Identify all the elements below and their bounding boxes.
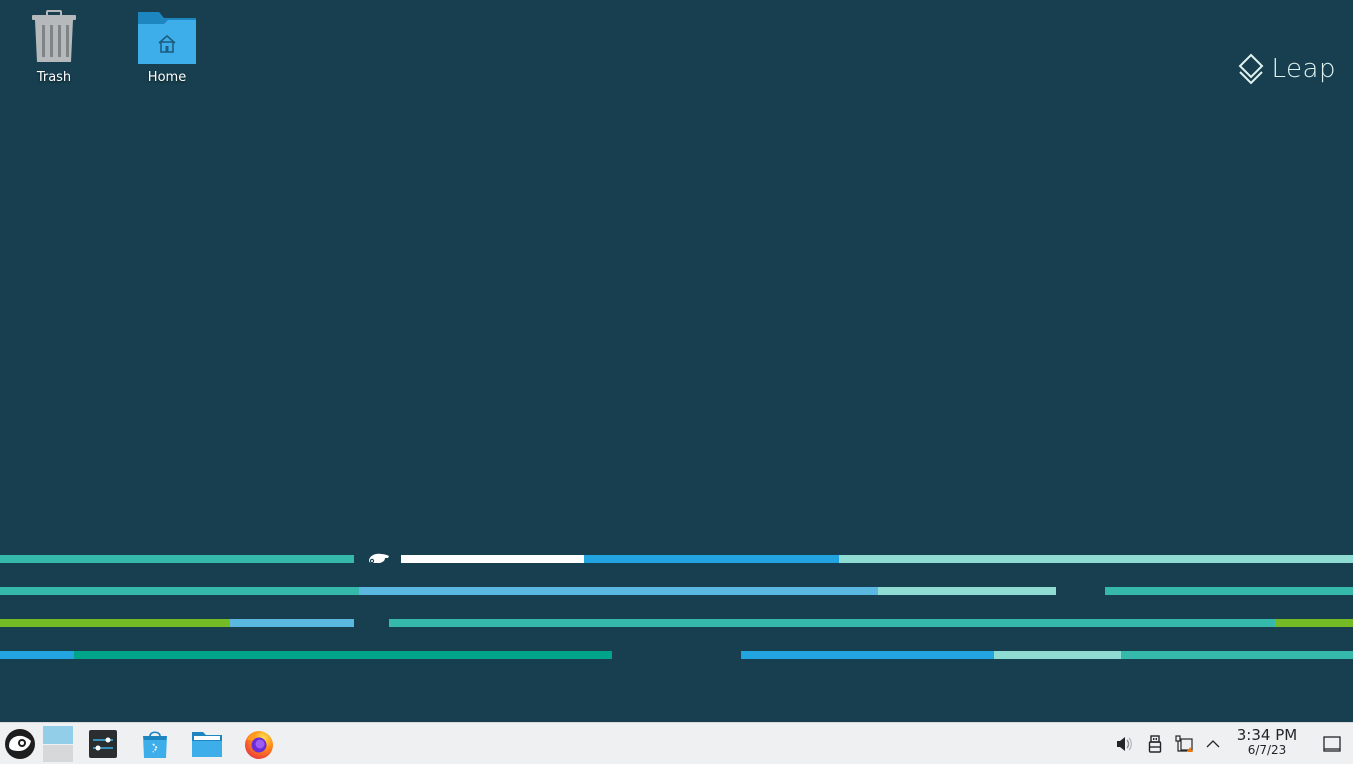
wallpaper-stripe xyxy=(1121,651,1353,659)
taskbar: 3:34 PM 6/7/23 xyxy=(0,722,1353,764)
task-discover[interactable] xyxy=(138,726,172,762)
opensuse-launcher-icon xyxy=(5,729,35,759)
system-settings-icon xyxy=(89,730,117,758)
wallpaper-stripe xyxy=(0,619,230,627)
desktop-icon-home[interactable]: Home xyxy=(117,10,217,85)
wallpaper-stripe xyxy=(584,555,839,563)
discover-store-icon xyxy=(143,731,167,758)
wallpaper-stripe xyxy=(1105,587,1353,595)
trash-icon xyxy=(32,10,76,62)
task-dolphin[interactable] xyxy=(190,726,224,762)
digital-clock[interactable]: 3:34 PM 6/7/23 xyxy=(1232,727,1302,757)
wallpaper-stripe xyxy=(741,651,994,659)
usb-device-icon xyxy=(1148,735,1162,753)
show-desktop-button[interactable] xyxy=(1322,735,1342,753)
wallpaper-stripe xyxy=(0,555,354,563)
network-icon xyxy=(1175,735,1193,752)
wallpaper-stripe xyxy=(839,555,1353,563)
wallpaper-stripe xyxy=(0,651,74,659)
wallpaper-stripe xyxy=(1275,619,1353,627)
opensuse-chameleon-icon xyxy=(369,553,389,564)
firefox-icon xyxy=(245,731,273,759)
virtual-desktop-pager-icon xyxy=(43,726,73,762)
application-launcher-button[interactable] xyxy=(3,726,37,762)
leap-branding: Leap xyxy=(1238,53,1336,85)
wallpaper-stripe xyxy=(74,651,612,659)
tray-expander[interactable] xyxy=(1204,735,1222,753)
tray-removable-devices[interactable] xyxy=(1146,735,1164,753)
desktop-icon-trash[interactable]: Trash xyxy=(4,10,104,85)
wallpaper-stripe xyxy=(230,619,354,627)
pager-desktop-1[interactable] xyxy=(43,726,73,745)
show-desktop-icon xyxy=(1323,736,1341,752)
task-system-settings[interactable] xyxy=(86,726,120,762)
desktop-icon-label: Home xyxy=(147,70,187,85)
chevron-up-icon xyxy=(1206,740,1220,748)
wallpaper-stripe xyxy=(0,587,359,595)
desktop-icon-label: Trash xyxy=(36,70,72,85)
wallpaper-stripe xyxy=(359,587,878,595)
tray-volume[interactable] xyxy=(1115,735,1133,753)
clock-time: 3:34 PM xyxy=(1236,726,1298,744)
wallpaper-stripe xyxy=(878,587,1056,595)
clock-date: 6/7/23 xyxy=(1247,743,1287,757)
leap-diamond-icon xyxy=(1238,53,1263,85)
leap-branding-text: Leap xyxy=(1271,54,1336,84)
task-firefox[interactable] xyxy=(241,726,277,762)
home-folder-icon xyxy=(138,12,196,64)
wallpaper-stripe xyxy=(401,555,584,563)
wallpaper-stripe xyxy=(994,651,1121,659)
desktop[interactable]: Trash Home Leap xyxy=(0,0,1353,722)
virtual-desktop-pager[interactable] xyxy=(42,726,74,762)
volume-icon xyxy=(1117,737,1132,751)
pager-desktop-2[interactable] xyxy=(43,744,73,762)
tray-network[interactable] xyxy=(1175,735,1193,753)
file-manager-icon xyxy=(192,732,222,757)
wallpaper-stripe xyxy=(389,619,1275,627)
